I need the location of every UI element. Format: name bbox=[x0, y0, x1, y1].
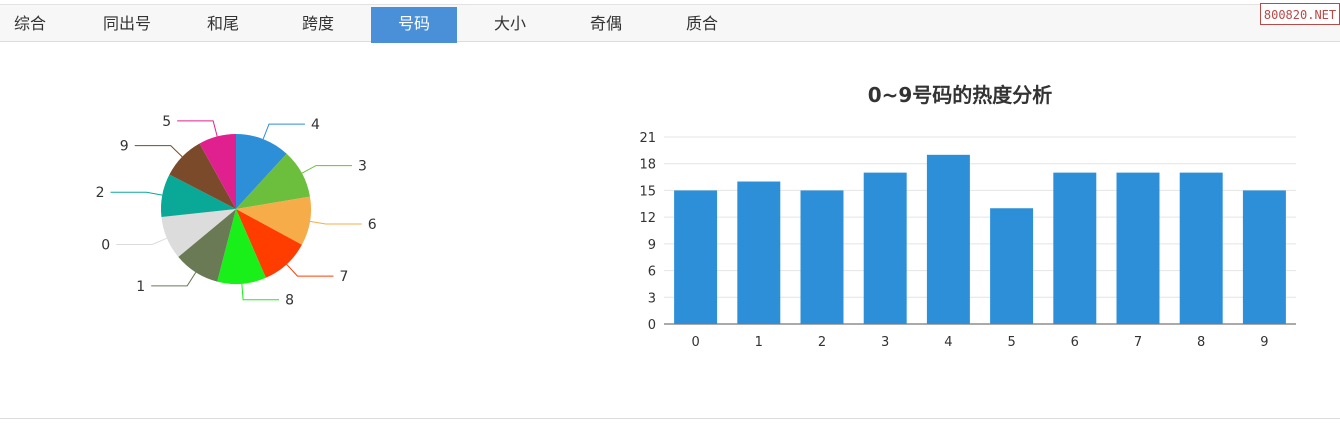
y-tick-label: 9 bbox=[648, 238, 656, 253]
y-tick-label: 18 bbox=[639, 158, 656, 173]
y-tick-label: 15 bbox=[639, 184, 656, 199]
x-tick-label: 6 bbox=[1071, 335, 1079, 350]
pie-label-1: 1 bbox=[136, 279, 145, 295]
x-tick-label: 3 bbox=[881, 335, 889, 350]
pie-leader-line-2 bbox=[110, 191, 163, 196]
bar-1[interactable] bbox=[737, 181, 781, 324]
bar-chart: 0~9号码的热度分析 0369121518210 1 2 3 4 5 6 7 8 9 bbox=[639, 83, 1296, 350]
pie-label-5: 5 bbox=[162, 114, 171, 130]
x-tick-label: 0 bbox=[691, 335, 699, 350]
bar-chart-title: 0~9号码的热度分析 bbox=[868, 83, 1053, 107]
pie-leader-line-0 bbox=[116, 237, 168, 245]
pie-leader-line-6 bbox=[309, 220, 362, 225]
tab-sum-tail[interactable]: 和尾 bbox=[193, 7, 253, 43]
pie-label-9: 9 bbox=[120, 139, 129, 155]
pie-label-6: 6 bbox=[368, 217, 377, 233]
tab-numbers[interactable]: 号码 bbox=[371, 7, 457, 43]
bar-3[interactable] bbox=[863, 172, 907, 324]
y-tick-label: 0 bbox=[648, 318, 656, 333]
bar-7[interactable] bbox=[1116, 172, 1160, 324]
pie-leader-line-9 bbox=[134, 145, 183, 158]
tab-bar: 综合 同出号 和尾 跨度 号码 大小 奇偶 质合 bbox=[0, 4, 1340, 43]
x-tick-label: 7 bbox=[1134, 335, 1142, 350]
x-tick-label: 5 bbox=[1007, 335, 1015, 350]
bar-6[interactable] bbox=[1053, 172, 1097, 324]
tab-span[interactable]: 跨度 bbox=[288, 7, 348, 43]
bar-5[interactable] bbox=[990, 208, 1034, 324]
pie-chart: 4 3 6 7 8 1 0 2 9 5 bbox=[96, 114, 377, 309]
tab-size[interactable]: 大小 bbox=[480, 7, 540, 43]
bar-8[interactable] bbox=[1179, 172, 1223, 324]
tab-odd-even[interactable]: 奇偶 bbox=[576, 7, 636, 43]
bottom-divider bbox=[0, 418, 1340, 419]
y-tick-label: 21 bbox=[639, 131, 656, 146]
pie-leader-line-7 bbox=[286, 263, 334, 277]
x-tick-label: 9 bbox=[1260, 335, 1268, 350]
x-tick-label: 4 bbox=[944, 335, 952, 350]
tab-prime-composite[interactable]: 质合 bbox=[672, 7, 732, 43]
y-tick-label: 3 bbox=[648, 291, 656, 306]
tab-overview[interactable]: 综合 bbox=[0, 7, 60, 43]
pie-leader-line-5 bbox=[177, 120, 218, 137]
x-tick-label: 2 bbox=[818, 335, 826, 350]
bar-4[interactable] bbox=[926, 154, 970, 324]
pie-label-3: 3 bbox=[358, 159, 367, 175]
pie-leader-line-1 bbox=[151, 272, 197, 287]
y-tick-label: 12 bbox=[639, 211, 656, 226]
pie-leader-line-4 bbox=[262, 123, 305, 140]
bar-9[interactable] bbox=[1242, 190, 1286, 324]
pie-leader-line-8 bbox=[241, 283, 280, 301]
bar-0[interactable] bbox=[674, 190, 718, 324]
pie-label-2: 2 bbox=[96, 185, 105, 201]
pie-label-4: 4 bbox=[311, 117, 320, 133]
bar-2[interactable] bbox=[800, 190, 844, 324]
x-tick-label: 8 bbox=[1197, 335, 1205, 350]
pie-label-7: 7 bbox=[339, 269, 348, 285]
pie-label-8: 8 bbox=[285, 293, 294, 309]
tab-same-numbers[interactable]: 同出号 bbox=[92, 7, 162, 43]
x-tick-label: 1 bbox=[755, 335, 763, 350]
pie-label-0: 0 bbox=[101, 237, 110, 253]
site-watermark: 800820.NET bbox=[1260, 3, 1340, 25]
y-tick-label: 6 bbox=[648, 265, 656, 280]
pie-leader-line-3 bbox=[301, 165, 352, 174]
